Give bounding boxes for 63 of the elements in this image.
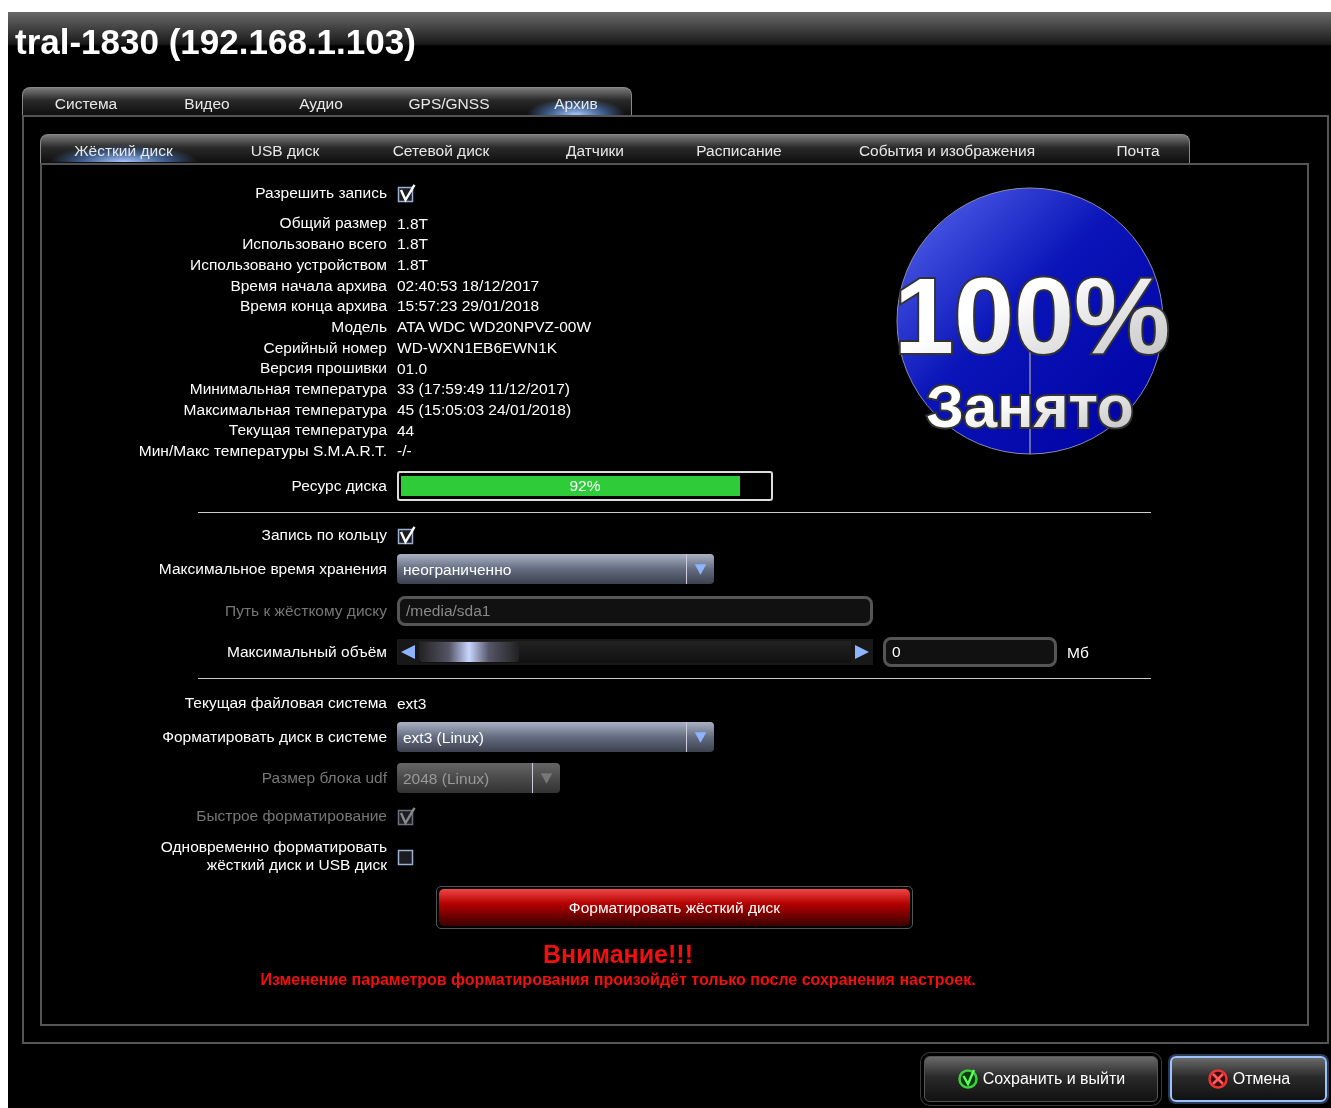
progress-reading: 92% bbox=[569, 476, 601, 497]
field-label: Одновременно форматировать жёсткий диск и USB диск bbox=[159, 838, 388, 875]
tab[interactable]: USB диск bbox=[206, 135, 364, 162]
field-label: Текущая файловая система bbox=[183, 694, 388, 713]
field-label: Максимальная температура bbox=[182, 400, 388, 419]
field-value: 15:57:23 29/01/2018 bbox=[397, 296, 540, 317]
field-label: Серийный номер bbox=[262, 338, 388, 357]
field-value: 45 (15:05:03 24/01/2018) bbox=[397, 399, 572, 420]
tab[interactable]: Сетевой диск bbox=[364, 135, 518, 162]
field-label: Быстрое форматирование bbox=[195, 807, 388, 826]
field-label: Ресурс диска bbox=[290, 477, 388, 496]
field-label: Размер блока udf bbox=[260, 769, 388, 788]
field-value: 1.8T bbox=[397, 255, 428, 276]
field-label: Использовано устройством bbox=[189, 255, 388, 274]
tab[interactable]: Почта bbox=[1088, 135, 1188, 162]
field-label: Мин/Макс температуры S.M.A.R.T. bbox=[137, 442, 388, 460]
field-label: Путь к жёсткому диску bbox=[224, 602, 388, 621]
field-label: Разрешить запись bbox=[254, 184, 388, 202]
field-label: Время начала архива bbox=[229, 276, 388, 295]
field-label: Запись по кольцу bbox=[260, 526, 388, 545]
tab[interactable]: Система bbox=[23, 88, 149, 115]
field-label: Модель bbox=[330, 317, 388, 336]
format-button[interactable]: Форматировать жёсткий диск bbox=[439, 889, 910, 927]
field-label: Использовано всего bbox=[241, 235, 388, 253]
slider-thumb[interactable] bbox=[419, 642, 519, 663]
field-value: -/- bbox=[397, 441, 412, 462]
field-label: Максимальный объём bbox=[225, 643, 388, 662]
usage-caption: Занято bbox=[926, 373, 1134, 440]
tab[interactable]: Аудио bbox=[265, 88, 377, 115]
tab[interactable]: Датчики bbox=[518, 135, 672, 162]
warning-title: Внимание!!! bbox=[542, 939, 694, 970]
tab[interactable]: События и изображения bbox=[806, 135, 1088, 162]
check-circle-icon bbox=[956, 1068, 979, 1090]
field-label: Версия прошивки bbox=[258, 359, 388, 378]
number-field[interactable]: 0 bbox=[883, 637, 1057, 668]
tab[interactable]: GPS/GNSS bbox=[377, 88, 521, 115]
field-label: Текущая температура bbox=[227, 421, 388, 440]
field-label: Минимальная температура bbox=[188, 379, 388, 398]
field-value: 1.8T bbox=[397, 234, 428, 255]
field-value: 44 bbox=[397, 420, 415, 441]
cross-circle-icon bbox=[1206, 1068, 1229, 1090]
checkbox[interactable] bbox=[397, 525, 416, 545]
field-value: ATA WDC WD20NPVZ-00W bbox=[397, 317, 592, 338]
checkbox[interactable] bbox=[397, 183, 416, 203]
field-label: Форматировать диск в системе bbox=[161, 728, 388, 747]
warning-text: Изменение параметров форматирования произойдёт только после сохранения настроек. bbox=[259, 970, 977, 991]
field-label: Максимальное время хранения bbox=[157, 560, 388, 579]
unit-label: Мб bbox=[1067, 642, 1089, 663]
field-label: Время конца архива bbox=[238, 297, 388, 315]
dropdown: 2048 (Linux) bbox=[397, 763, 560, 794]
field-value: 02:40:53 18/12/2017 bbox=[397, 275, 540, 296]
dropdown[interactable]: неограниченно bbox=[397, 554, 714, 585]
field-value: 33 (17:59:49 11/12/2017) bbox=[397, 379, 570, 400]
window-title: tral-1830 (192.168.1.103) bbox=[15, 22, 416, 62]
field-value: WD-WXN1EB6EWN1K bbox=[397, 337, 558, 358]
dropdown[interactable]: ext3 (Linux) bbox=[397, 722, 714, 753]
field-value: 1.8T bbox=[397, 213, 428, 234]
tab[interactable]: Видео bbox=[149, 88, 265, 115]
field-value: ext3 bbox=[397, 693, 427, 714]
cancel-button[interactable]: Отмена bbox=[1170, 1056, 1327, 1102]
tab[interactable]: Расписание bbox=[672, 135, 806, 162]
field-label: Общий размер bbox=[278, 214, 388, 233]
field-value: 01.0 bbox=[397, 358, 428, 379]
